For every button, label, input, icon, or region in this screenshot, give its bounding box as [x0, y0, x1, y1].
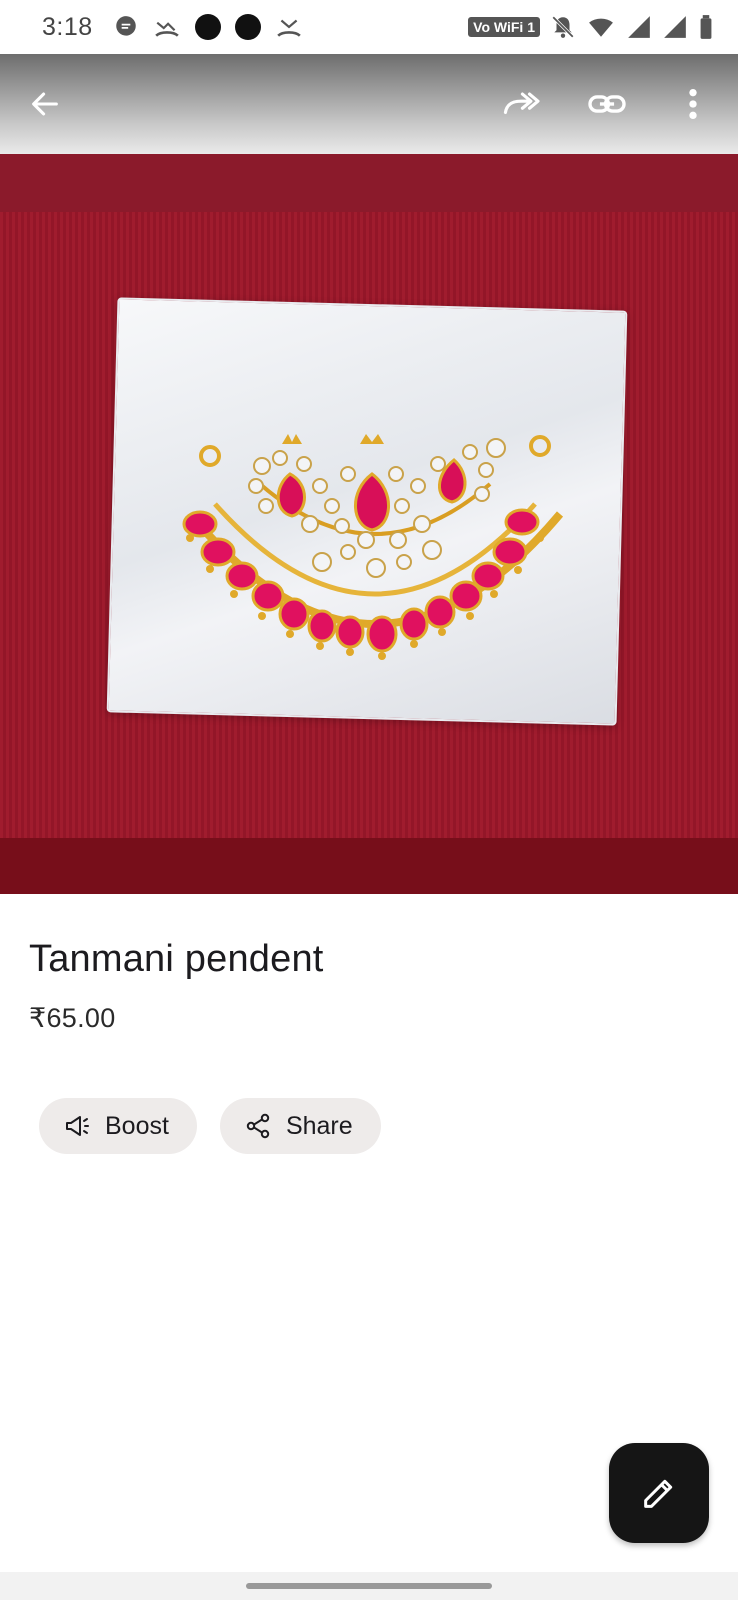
- status-time: 3:18: [42, 12, 93, 41]
- edit-fab[interactable]: [609, 1443, 709, 1543]
- signal-icon: [628, 16, 650, 38]
- dot-icon: [194, 14, 221, 40]
- product-details: Tanmani pendent ₹65.00 Boost Share: [0, 894, 738, 1154]
- more-vert-icon: [689, 88, 697, 120]
- pendant-illustration: [182, 434, 564, 660]
- vowifi-badge: Vo WiFi 1: [468, 17, 540, 37]
- boost-button[interactable]: Boost: [39, 1098, 197, 1154]
- share-icon: [246, 1113, 270, 1139]
- gesture-handle[interactable]: [246, 1583, 492, 1589]
- top-app-bar: [0, 54, 738, 154]
- dot-icon: [234, 14, 261, 40]
- battery-icon: [700, 15, 712, 39]
- edit-pencil-icon: [644, 1479, 673, 1508]
- copy-link-button[interactable]: [580, 77, 634, 131]
- boost-label: Boost: [105, 1111, 169, 1140]
- forward-share-icon: [503, 92, 540, 115]
- forward-button[interactable]: [494, 77, 548, 131]
- product-price: ₹65.00: [29, 1003, 116, 1033]
- system-icons: Vo WiFi 1: [468, 14, 714, 40]
- share-label: Share: [285, 1111, 353, 1140]
- back-arrow-icon: [32, 92, 58, 116]
- missed-call-icon: [276, 19, 301, 37]
- bell-off-icon: [552, 16, 574, 38]
- notification-icons: [113, 14, 303, 40]
- back-button[interactable]: [18, 77, 72, 131]
- product-image[interactable]: [0, 154, 738, 894]
- image-band-top: [0, 154, 738, 212]
- more-options-button[interactable]: [666, 77, 720, 131]
- signal-icon: [664, 16, 686, 38]
- wifi-icon: [589, 18, 613, 37]
- megaphone-icon: [66, 1116, 89, 1136]
- share-button[interactable]: Share: [219, 1098, 381, 1154]
- system-nav-bar: [0, 1572, 738, 1600]
- chat-bubble-icon: [115, 16, 136, 36]
- missed-call-icon: [154, 21, 179, 37]
- link-icon: [588, 95, 626, 113]
- product-title: Tanmani pendent: [29, 938, 324, 980]
- action-chips: Boost Share: [29, 1098, 709, 1154]
- status-bar: 3:18 Vo WiFi 1: [0, 0, 738, 54]
- image-band-bottom: [0, 838, 738, 894]
